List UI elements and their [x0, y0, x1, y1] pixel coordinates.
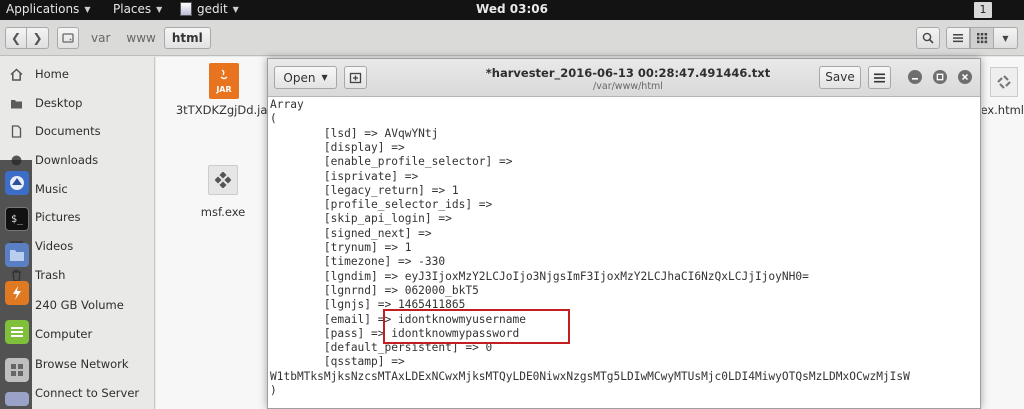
new-document-button[interactable] — [344, 66, 367, 89]
back-button[interactable]: ❮ — [5, 27, 27, 49]
file-name: ex.html — [982, 103, 1024, 117]
root-crumb-button[interactable] — [57, 27, 79, 49]
jar-icon-label: JAR — [216, 85, 232, 94]
credentials-highlight-box — [383, 309, 570, 344]
close-icon — [961, 73, 969, 81]
chevron-right-icon: ❯ — [32, 31, 43, 45]
files-launcher-icon[interactable] — [5, 243, 29, 267]
editor-line: [lgndim] => eyJ3IjoxMzY2LCJoIjo3NjgsImF3… — [270, 269, 809, 283]
hamburger-icon — [874, 73, 885, 82]
editor-line: [lsd] => AVqwYNtj — [270, 126, 439, 140]
sidebar-item-desktop[interactable]: Desktop — [0, 89, 155, 117]
view-tools: ▼ — [916, 27, 1018, 49]
sidebar-item-label: Browse Network — [35, 357, 129, 371]
dock: $_ — [0, 160, 32, 409]
exe-file-icon — [208, 165, 238, 195]
crumb-var[interactable]: var — [83, 27, 118, 49]
editor-line: [skip_api_login] => — [270, 212, 452, 226]
sidebar-item-label: 240 GB Volume — [35, 298, 124, 312]
html-file-icon — [990, 67, 1018, 97]
editor-line: [display] => — [270, 140, 405, 154]
sidebar-item-label: Home — [35, 67, 69, 81]
sidebar-item-label: Downloads — [35, 153, 99, 167]
breadcrumb: var www html — [57, 27, 211, 49]
search-button[interactable] — [916, 27, 940, 49]
editor-line: [isprivate] => — [270, 169, 419, 183]
editor-line: [qsstamp] => — [270, 355, 405, 369]
grid-view-button[interactable] — [970, 27, 994, 49]
minimize-button[interactable] — [908, 70, 922, 84]
open-button[interactable]: Open ▼ — [274, 66, 337, 89]
notes-launcher-icon[interactable] — [5, 320, 29, 344]
history-buttons: ❮ ❯ — [5, 27, 49, 49]
file-item[interactable]: ex.html — [982, 67, 1024, 117]
chevron-down-icon: ▼ — [1002, 33, 1009, 43]
editor-line: [trynum] => 1 — [270, 241, 412, 254]
sidebar-item-label: Music — [35, 182, 68, 196]
sidebar-item-home[interactable]: Home — [0, 60, 155, 88]
app-launcher-icon[interactable] — [5, 358, 29, 382]
list-icon — [953, 34, 963, 43]
documents-icon — [9, 124, 23, 138]
sidebar-item-label: Pictures — [35, 210, 81, 224]
editor-line: W1tbMTksMjksNzcsMTAxLDExNCwxMjksMTQyLDE0… — [270, 369, 910, 383]
minimize-icon — [912, 78, 918, 80]
text-editor[interactable]: Array ( [lsd] => AVqwYNtj [display] => [… — [268, 98, 980, 408]
file-item[interactable]: msf.exe — [188, 165, 258, 219]
files-toolbar: ❮ ❯ var www html ▼ — [0, 20, 1024, 56]
sidebar-item-label: Desktop — [35, 96, 83, 110]
open-button-label: Open — [283, 70, 316, 85]
editor-line: ( — [270, 112, 277, 126]
search-icon — [922, 32, 934, 44]
editor-line: Array — [270, 98, 304, 111]
sidebar-item-label: Connect to Server — [35, 386, 140, 400]
editor-line: [legacy_return] => 1 — [270, 183, 459, 197]
crumb-www[interactable]: www — [118, 27, 163, 49]
drive-icon — [62, 33, 74, 43]
editor-line: [signed_next] => — [270, 226, 432, 240]
close-button[interactable] — [958, 70, 972, 84]
chevron-down-icon: ▼ — [321, 73, 328, 82]
workspace-indicator[interactable]: 1 — [974, 2, 992, 18]
sidebar-item-label: Videos — [35, 239, 74, 253]
grid-icon — [977, 33, 988, 44]
new-document-icon — [349, 72, 362, 84]
sidebar-item-label: Computer — [35, 327, 93, 341]
editor-line: [enable_profile_selector] => — [270, 155, 513, 169]
hamburger-menu-button[interactable] — [868, 66, 891, 89]
burp-launcher-icon[interactable] — [5, 281, 29, 305]
clock[interactable]: Wed 03:06 — [0, 2, 1024, 16]
crumb-html[interactable]: html — [163, 27, 211, 49]
gedit-headerbar: Open ▼ *harvester_2016-06-13 00:28:47.49… — [268, 59, 980, 97]
chevron-left-icon: ❮ — [10, 31, 22, 45]
save-button[interactable]: Save — [819, 66, 861, 89]
view-options-button[interactable]: ▼ — [994, 27, 1018, 49]
sidebar-item-label: Trash — [35, 268, 66, 282]
jar-file-icon: JAR — [209, 63, 239, 99]
editor-line: [lgnrnd] => 062000_bkT5 — [270, 283, 479, 297]
app-launcher-icon[interactable] — [5, 392, 29, 406]
document-title: *harvester_2016-06-13 00:28:47.491446.tx… — [485, 66, 771, 80]
sidebar-item-label: Documents — [35, 124, 101, 138]
list-view-button[interactable] — [946, 27, 970, 49]
file-item[interactable]: JAR 3tTXDKZgjDd.jar — [174, 63, 274, 117]
editor-line: [timezone] => -330 — [270, 255, 446, 269]
maximize-button[interactable] — [933, 70, 947, 84]
editor-line: [profile_selector_ids] => — [270, 198, 493, 212]
maximize-icon — [936, 73, 944, 81]
home-icon — [9, 67, 23, 81]
gedit-window: Open ▼ *harvester_2016-06-13 00:28:47.49… — [267, 58, 981, 409]
document-path: /var/www/html — [593, 81, 663, 92]
view-toggle-group: ▼ — [946, 27, 1018, 49]
forward-button[interactable]: ❯ — [27, 27, 49, 49]
file-name: 3tTXDKZgjDd.jar — [175, 103, 273, 117]
desktop-icon — [9, 96, 23, 110]
top-panel: Applications ▼ Places ▼ gedit ▼ Wed 03:0… — [0, 0, 1024, 20]
sidebar-item-documents[interactable]: Documents — [0, 117, 155, 145]
file-name: msf.exe — [200, 205, 246, 219]
browser-launcher-icon[interactable] — [5, 171, 29, 195]
terminal-launcher-icon[interactable]: $_ — [5, 207, 29, 231]
editor-line: ) — [270, 384, 277, 397]
